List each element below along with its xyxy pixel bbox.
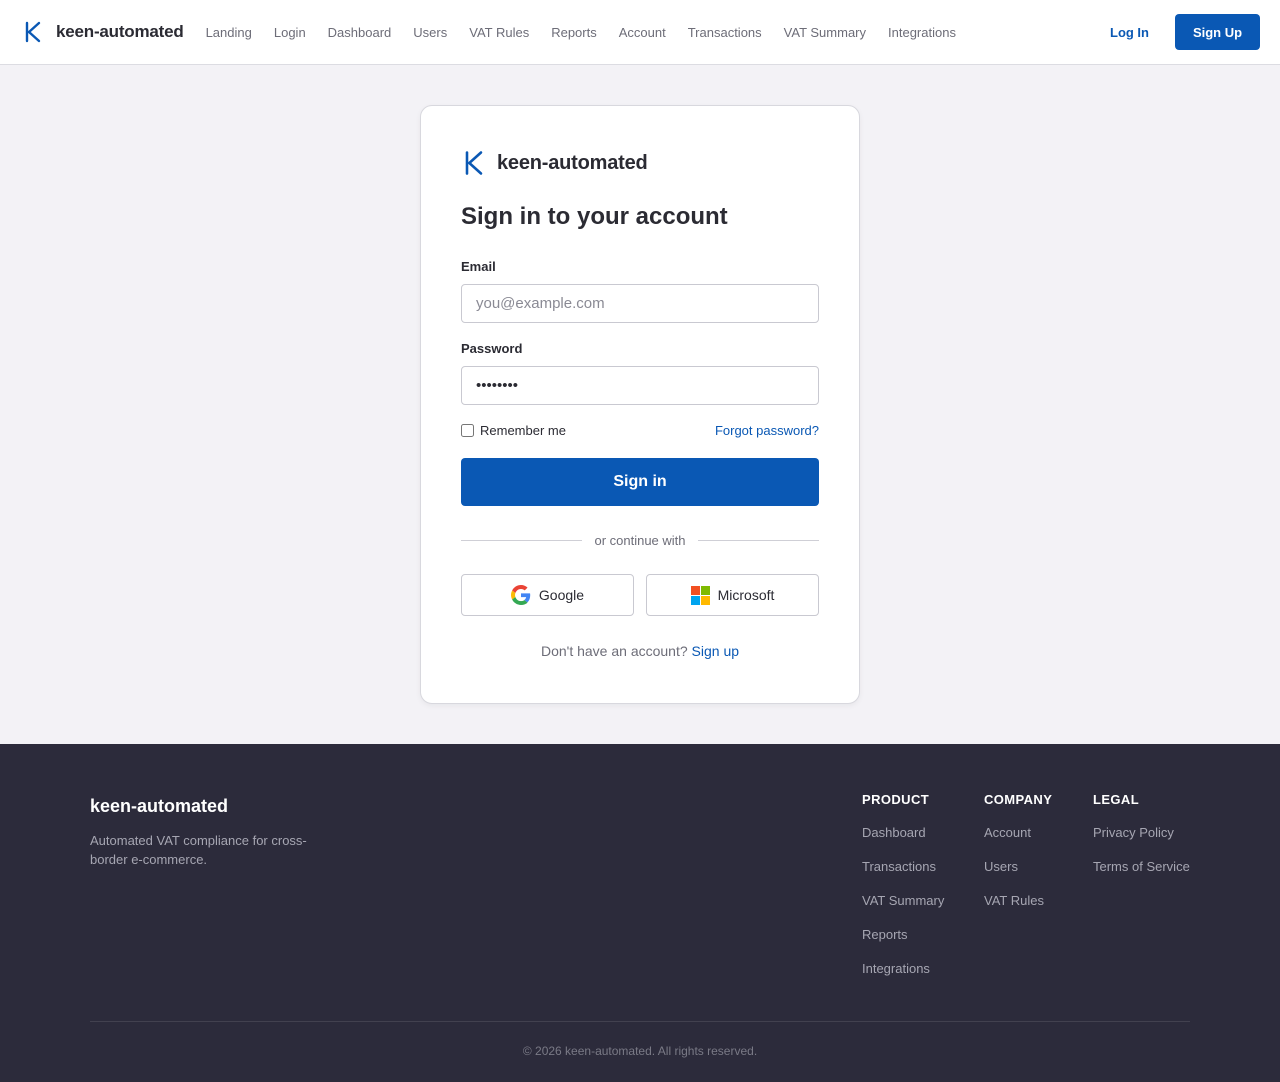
divider-line <box>697 539 819 541</box>
nav-vat-summary[interactable]: VAT Summary <box>784 25 866 40</box>
google-button[interactable]: Google <box>461 574 634 616</box>
password-label: Password <box>461 341 523 356</box>
signin-button[interactable]: Sign in <box>461 458 819 506</box>
nav-users[interactable]: Users <box>413 25 447 40</box>
k-logo-icon <box>22 20 44 44</box>
footer: keen-automated Automated VAT compliance … <box>0 744 1280 1082</box>
remember-me[interactable]: Remember me <box>461 423 566 438</box>
footer-col-title: PRODUCT <box>862 792 930 807</box>
top-navbar: keen-automated Landing Login Dashboard U… <box>0 0 1280 65</box>
card-brand: keen-automated <box>461 149 648 177</box>
card-brand-name: keen-automated <box>497 151 648 174</box>
email-label: Email <box>461 259 496 274</box>
divider: or continue with <box>461 532 819 548</box>
login-link[interactable]: Log In <box>1110 25 1149 40</box>
footer-col-product: PRODUCT Dashboard Transactions VAT Summa… <box>862 792 944 995</box>
remember-label: Remember me <box>480 423 566 438</box>
footer-col-title: LEGAL <box>1093 792 1140 807</box>
nav-integrations[interactable]: Integrations <box>888 25 956 40</box>
main-nav: Landing Login Dashboard Users VAT Rules … <box>206 25 978 40</box>
nav-transactions[interactable]: Transactions <box>688 25 762 40</box>
remember-checkbox[interactable] <box>461 424 474 437</box>
brand-name: keen-automated <box>56 22 184 41</box>
signup-prompt: Don't have an account? Sign up <box>421 643 859 659</box>
footer-link-account[interactable]: Account <box>984 825 1052 859</box>
no-account-text: Don't have an account? <box>540 643 688 659</box>
footer-link-transactions[interactable]: Transactions <box>862 859 944 893</box>
signin-card: keen-automated Sign in to your account E… <box>420 105 860 704</box>
nav-dashboard[interactable]: Dashboard <box>328 25 392 40</box>
signup-link[interactable]: Sign up <box>692 643 739 659</box>
footer-link-privacy[interactable]: Privacy Policy <box>1093 825 1190 859</box>
divider-text: or continue with <box>594 532 686 548</box>
microsoft-icon <box>690 585 710 605</box>
footer-col-company: COMPANY Account Users VAT Rules <box>984 792 1052 927</box>
forgot-password-link[interactable]: Forgot password? <box>715 423 819 438</box>
footer-link-users[interactable]: Users <box>984 859 1052 893</box>
auth-actions: Log In Sign Up <box>1110 14 1260 50</box>
google-label: Google <box>538 587 585 603</box>
k-logo-icon <box>461 149 487 177</box>
footer-link-dashboard[interactable]: Dashboard <box>862 825 944 859</box>
nav-account[interactable]: Account <box>619 25 666 40</box>
divider-line <box>461 539 583 541</box>
nav-vat-rules[interactable]: VAT Rules <box>469 25 529 40</box>
footer-col-title: COMPANY <box>984 792 1053 807</box>
footer-link-terms[interactable]: Terms of Service <box>1093 859 1190 893</box>
microsoft-label: Microsoft <box>717 587 775 603</box>
brand[interactable]: keen-automated <box>22 20 184 44</box>
footer-link-integrations[interactable]: Integrations <box>862 961 944 995</box>
footer-link-reports[interactable]: Reports <box>862 927 944 961</box>
nav-reports[interactable]: Reports <box>551 25 597 40</box>
microsoft-button[interactable]: Microsoft <box>646 574 819 616</box>
copyright: © 2026 keen-automated. All rights reserv… <box>522 1044 758 1058</box>
google-icon <box>510 585 531 605</box>
footer-col-legal: LEGAL Privacy Policy Terms of Service <box>1093 792 1190 893</box>
footer-brand: keen-automated <box>90 796 229 816</box>
footer-description: Automated VAT compliance for cross-borde… <box>90 833 307 867</box>
email-field[interactable] <box>461 284 819 323</box>
footer-divider <box>90 1021 1190 1022</box>
signup-button[interactable]: Sign Up <box>1175 14 1260 50</box>
page-title: Sign in to your account <box>461 203 728 230</box>
password-field[interactable] <box>461 366 819 405</box>
footer-link-vat-rules[interactable]: VAT Rules <box>984 893 1052 927</box>
footer-link-vat-summary[interactable]: VAT Summary <box>862 893 944 927</box>
nav-login[interactable]: Login <box>274 25 306 40</box>
nav-landing[interactable]: Landing <box>206 25 252 40</box>
